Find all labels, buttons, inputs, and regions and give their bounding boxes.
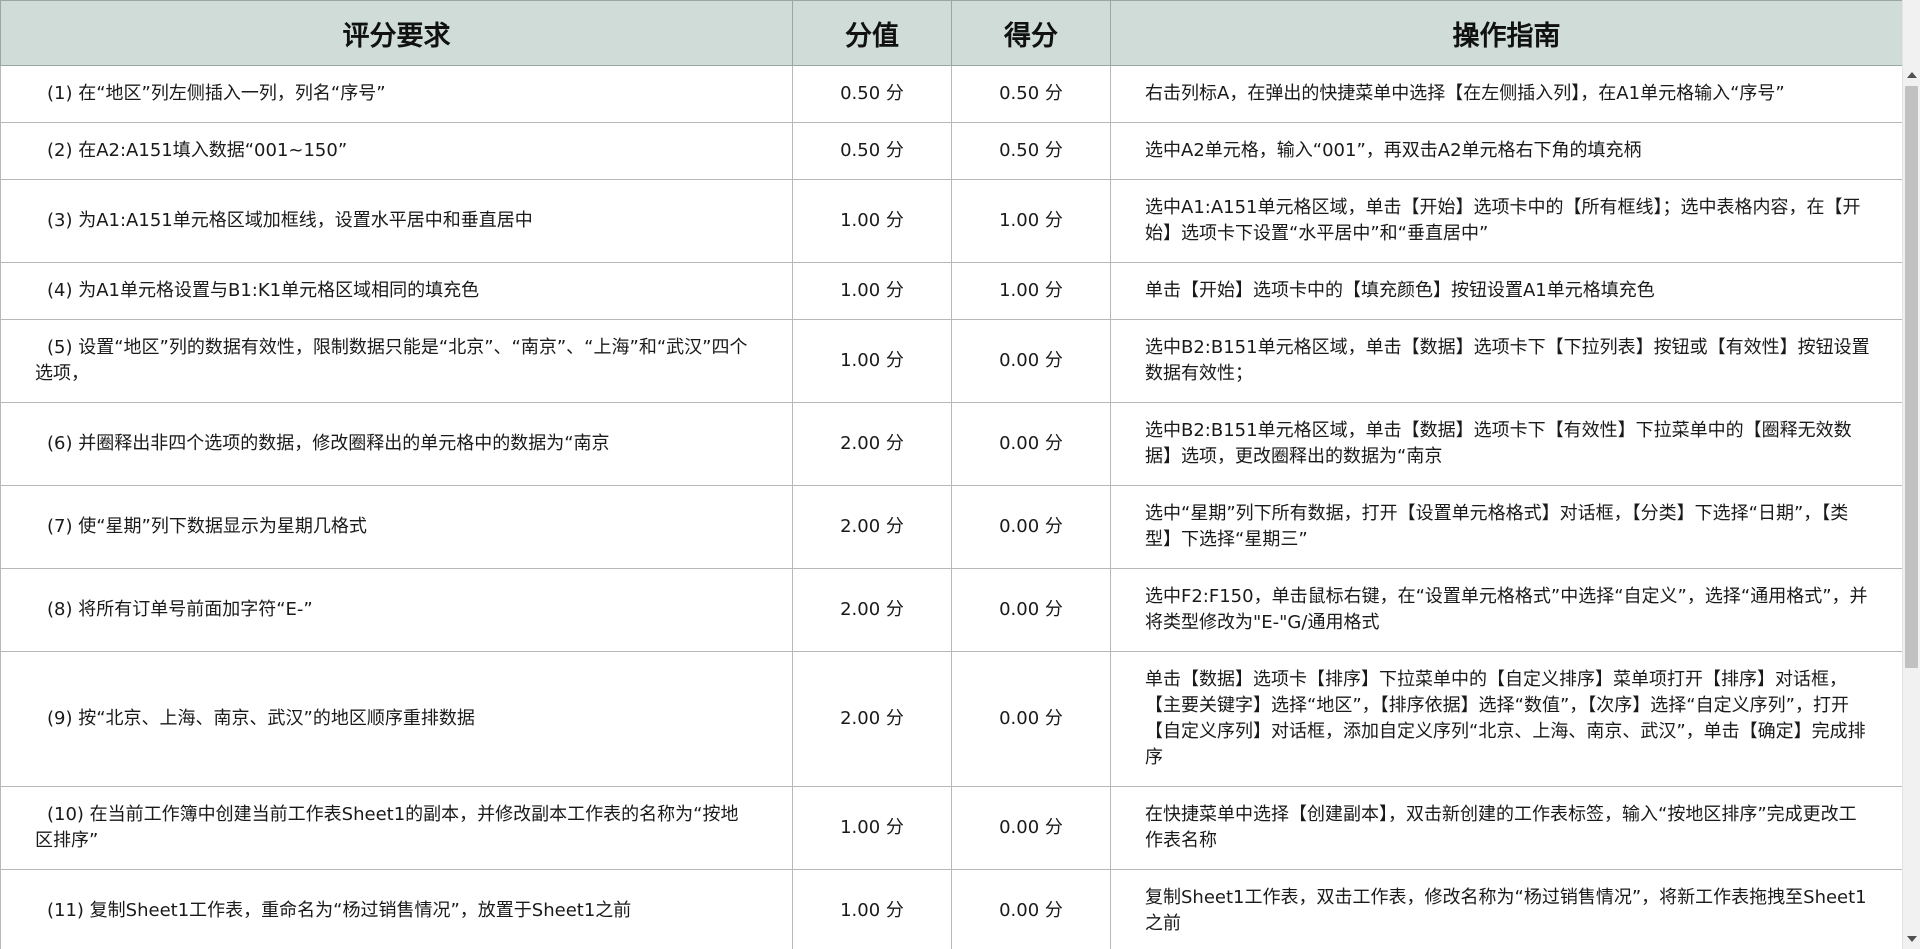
table-row: (4) 为A1单元格设置与B1:K1单元格区域相同的填充色 1.00 分 1.0…: [0, 262, 1902, 320]
requirement-cell: (7) 使“星期”列下数据显示为星期几格式: [0, 485, 793, 569]
header-guide: 操作指南: [1110, 0, 1902, 66]
requirement-cell: (9) 按“北京、上海、南京、武汉”的地区顺序重排数据: [0, 651, 793, 787]
value-cell: 2.00 分: [792, 651, 952, 787]
grading-table: 评分要求 分值 得分 操作指南 (1) 在“地区”列左侧插入一列，列名“序号” …: [0, 0, 1902, 949]
table-row: (6) 并圈释出非四个选项的数据，修改圈释出的单元格中的数据为“南京 2.00 …: [0, 402, 1902, 486]
value-cell: 2.00 分: [792, 402, 952, 486]
value-cell: 0.50 分: [792, 122, 952, 180]
requirement-cell: (11) 复制Sheet1工作表，重命名为“杨过销售情况”，放置于Sheet1之…: [0, 869, 793, 949]
guide-cell: 选中B2:B151单元格区域，单击【数据】选项卡下【有效性】下拉菜单中的【圈释无…: [1110, 402, 1902, 486]
score-cell: 1.00 分: [951, 179, 1111, 263]
score-cell: 0.00 分: [951, 485, 1111, 569]
score-cell: 0.50 分: [951, 65, 1111, 123]
score-cell: 0.00 分: [951, 319, 1111, 403]
requirement-cell: (5) 设置“地区”列的数据有效性，限制数据只能是“北京”、“南京”、“上海”和…: [0, 319, 793, 403]
table-row: (7) 使“星期”列下数据显示为星期几格式 2.00 分 0.00 分 选中“星…: [0, 485, 1902, 569]
score-cell: 0.00 分: [951, 869, 1111, 949]
table-row: (1) 在“地区”列左侧插入一列，列名“序号” 0.50 分 0.50 分 右击…: [0, 65, 1902, 123]
value-cell: 1.00 分: [792, 786, 952, 870]
table-row: (2) 在A2:A151填入数据“001~150” 0.50 分 0.50 分 …: [0, 122, 1902, 180]
requirement-cell: (2) 在A2:A151填入数据“001~150”: [0, 122, 793, 180]
header-requirement: 评分要求: [0, 0, 793, 66]
value-cell: 0.50 分: [792, 65, 952, 123]
requirement-cell: (4) 为A1单元格设置与B1:K1单元格区域相同的填充色: [0, 262, 793, 320]
guide-cell: 单击【开始】选项卡中的【填充颜色】按钮设置A1单元格填充色: [1110, 262, 1902, 320]
guide-cell: 选中“星期”列下所有数据，打开【设置单元格格式】对话框，【分类】下选择“日期”，…: [1110, 485, 1902, 569]
vertical-scrollbar[interactable]: [1902, 0, 1920, 949]
table-row: (8) 将所有订单号前面加字符“E-” 2.00 分 0.00 分 选中F2:F…: [0, 568, 1902, 652]
table-row: (11) 复制Sheet1工作表，重命名为“杨过销售情况”，放置于Sheet1之…: [0, 869, 1902, 949]
guide-cell: 右击列标A，在弹出的快捷菜单中选择【在左侧插入列】，在A1单元格输入“序号”: [1110, 65, 1902, 123]
requirement-cell: (3) 为A1:A151单元格区域加框线，设置水平居中和垂直居中: [0, 179, 793, 263]
guide-cell: 在快捷菜单中选择【创建副本】，双击新创建的工作表标签，输入“按地区排序”完成更改…: [1110, 786, 1902, 870]
value-cell: 1.00 分: [792, 869, 952, 949]
value-cell: 1.00 分: [792, 262, 952, 320]
table-row: (3) 为A1:A151单元格区域加框线，设置水平居中和垂直居中 1.00 分 …: [0, 179, 1902, 263]
scroll-down-arrow-icon[interactable]: [1903, 930, 1920, 947]
score-cell: 0.00 分: [951, 651, 1111, 787]
requirement-cell: (6) 并圈释出非四个选项的数据，修改圈释出的单元格中的数据为“南京: [0, 402, 793, 486]
requirement-cell: (10) 在当前工作簿中创建当前工作表Sheet1的副本，并修改副本工作表的名称…: [0, 786, 793, 870]
score-cell: 0.00 分: [951, 402, 1111, 486]
guide-cell: 选中F2:F150，单击鼠标右键，在“设置单元格格式”中选择“自定义”，选择“通…: [1110, 568, 1902, 652]
scroll-up-arrow-icon[interactable]: [1903, 66, 1920, 83]
score-cell: 0.00 分: [951, 786, 1111, 870]
value-cell: 1.00 分: [792, 319, 952, 403]
scrollbar-thumb[interactable]: [1905, 86, 1918, 668]
value-cell: 1.00 分: [792, 179, 952, 263]
requirement-cell: (8) 将所有订单号前面加字符“E-”: [0, 568, 793, 652]
guide-cell: 选中A1:A151单元格区域，单击【开始】选项卡中的【所有框线】；选中表格内容，…: [1110, 179, 1902, 263]
table-row: (9) 按“北京、上海、南京、武汉”的地区顺序重排数据 2.00 分 0.00 …: [0, 651, 1902, 787]
requirement-cell: (1) 在“地区”列左侧插入一列，列名“序号”: [0, 65, 793, 123]
value-cell: 2.00 分: [792, 568, 952, 652]
table-row: (10) 在当前工作簿中创建当前工作表Sheet1的副本，并修改副本工作表的名称…: [0, 786, 1902, 870]
value-cell: 2.00 分: [792, 485, 952, 569]
guide-cell: 选中B2:B151单元格区域，单击【数据】选项卡下【下拉列表】按钮或【有效性】按…: [1110, 319, 1902, 403]
guide-cell: 单击【数据】选项卡【排序】下拉菜单中的【自定义排序】菜单项打开【排序】对话框，【…: [1110, 651, 1902, 787]
score-cell: 1.00 分: [951, 262, 1111, 320]
table-header-row: 评分要求 分值 得分 操作指南: [0, 0, 1902, 66]
score-cell: 0.50 分: [951, 122, 1111, 180]
guide-cell: 选中A2单元格，输入“001”，再双击A2单元格右下角的填充柄: [1110, 122, 1902, 180]
header-score: 得分: [951, 0, 1111, 66]
header-value: 分值: [792, 0, 952, 66]
table-row: (5) 设置“地区”列的数据有效性，限制数据只能是“北京”、“南京”、“上海”和…: [0, 319, 1902, 403]
grading-table-viewport: 评分要求 分值 得分 操作指南 (1) 在“地区”列左侧插入一列，列名“序号” …: [0, 0, 1902, 949]
score-cell: 0.00 分: [951, 568, 1111, 652]
guide-cell: 复制Sheet1工作表，双击工作表，修改名称为“杨过销售情况”，将新工作表拖拽至…: [1110, 869, 1902, 949]
